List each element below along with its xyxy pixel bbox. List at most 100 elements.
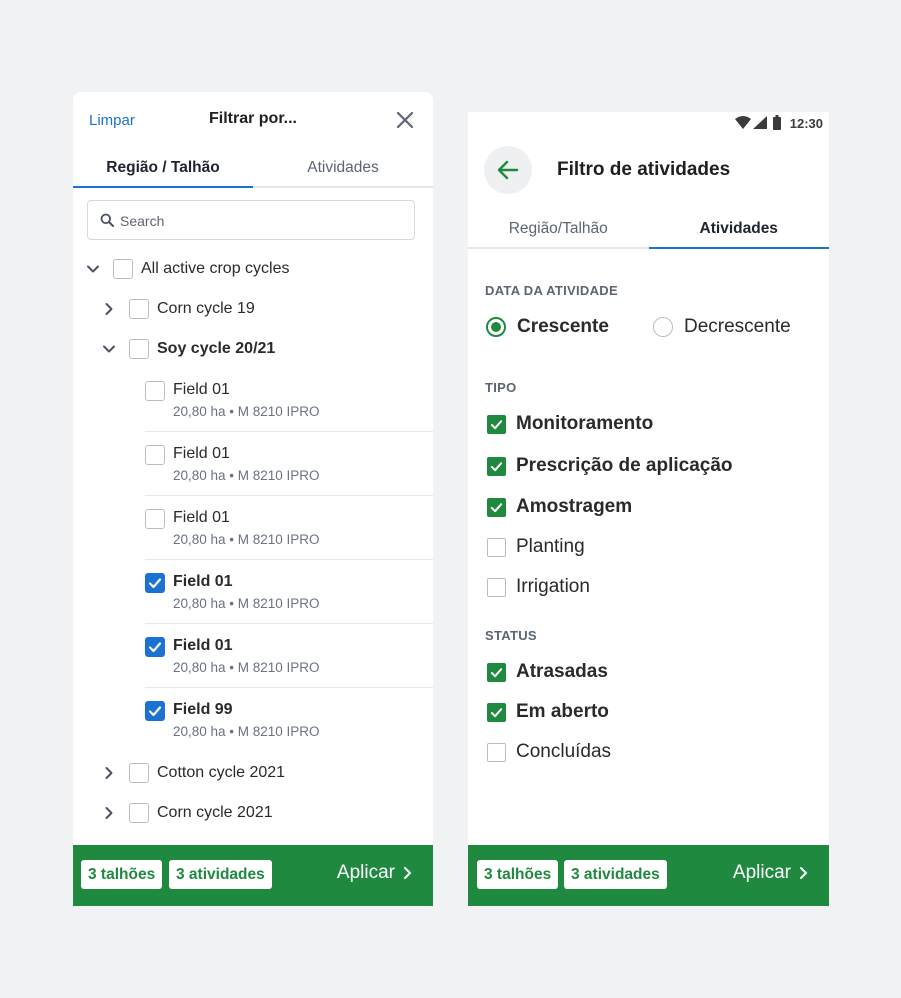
apply-bar: 3 talhões 3 atividades Aplicar bbox=[468, 845, 829, 906]
check-icon bbox=[490, 708, 503, 718]
field-item[interactable]: Field 01 20,80 ha • M 8210 IPRO bbox=[145, 368, 433, 432]
search-placeholder: Search bbox=[120, 213, 165, 229]
checkbox-group[interactable] bbox=[129, 803, 149, 823]
signal-icon bbox=[753, 116, 767, 134]
chevron-down-icon[interactable] bbox=[102, 342, 116, 356]
tree-group-row[interactable]: Cotton cycle 2021 bbox=[73, 757, 433, 789]
radio-selected[interactable] bbox=[486, 317, 506, 337]
back-button[interactable] bbox=[484, 146, 532, 194]
tree-group-row[interactable]: Corn cycle 2021 bbox=[73, 797, 433, 829]
fields-count-chip: 3 talhões bbox=[477, 860, 559, 889]
field-detail: 20,80 ha • M 8210 IPRO bbox=[173, 660, 320, 675]
tree-group-label: Corn cycle 19 bbox=[157, 300, 255, 317]
chevron-down-icon[interactable] bbox=[86, 262, 100, 276]
checkbox-unchecked[interactable] bbox=[487, 578, 506, 597]
status-bar: 12:30 bbox=[468, 112, 829, 136]
chevron-right-icon[interactable] bbox=[102, 806, 116, 820]
checkbox-checked[interactable] bbox=[487, 457, 506, 476]
checkbox-monitoramento[interactable]: Monitoramento bbox=[487, 413, 807, 437]
tree-group-label: Corn cycle 2021 bbox=[157, 804, 273, 821]
field-item[interactable]: Field 01 20,80 ha • M 8210 IPRO bbox=[145, 432, 433, 496]
filter-title: Filtrar por... bbox=[208, 110, 297, 127]
checkbox-checked[interactable] bbox=[487, 415, 506, 434]
check-icon bbox=[148, 578, 162, 589]
search-input[interactable]: Search bbox=[87, 200, 415, 240]
apply-label: Aplicar bbox=[732, 862, 791, 883]
checkbox-group[interactable] bbox=[129, 763, 149, 783]
arrow-left-icon bbox=[497, 160, 519, 180]
tree-root-row[interactable]: All active crop cycles bbox=[73, 253, 433, 285]
tab-region[interactable]: Região/Talhão bbox=[468, 209, 649, 247]
field-detail: 20,80 ha • M 8210 IPRO bbox=[173, 468, 320, 483]
apply-button[interactable]: Aplicar bbox=[733, 862, 809, 884]
field-name: Field 01 bbox=[173, 509, 230, 526]
checkbox-all-crop-cycles[interactable] bbox=[113, 259, 133, 279]
field-detail: 20,80 ha • M 8210 IPRO bbox=[173, 596, 320, 611]
radio-label: Decrescente bbox=[684, 316, 791, 337]
checkbox-prescricao[interactable]: Prescrição de aplicação bbox=[487, 455, 807, 479]
search-icon bbox=[100, 213, 114, 227]
field-name: Field 01 bbox=[173, 637, 233, 654]
filter-panel-activities: 12:30 Filtro de atividades Região/Talhão… bbox=[468, 112, 829, 906]
check-icon bbox=[148, 706, 162, 717]
field-item[interactable]: Field 01 20,80 ha • M 8210 IPRO bbox=[145, 624, 433, 688]
tab-activities[interactable]: Atividades bbox=[648, 209, 830, 249]
checkbox-planting[interactable]: Planting bbox=[487, 536, 807, 560]
checkbox-label: Monitoramento bbox=[516, 413, 654, 434]
check-icon bbox=[490, 668, 503, 678]
field-checkbox-checked[interactable] bbox=[145, 701, 165, 721]
field-item[interactable]: Field 99 20,80 ha • M 8210 IPRO bbox=[145, 688, 433, 752]
checkbox-group[interactable] bbox=[129, 299, 149, 319]
field-name: Field 99 bbox=[173, 701, 233, 718]
tab-activities[interactable]: Atividades bbox=[253, 148, 433, 186]
app-bar: Filtro de atividades bbox=[468, 146, 829, 196]
close-icon[interactable] bbox=[395, 110, 415, 130]
filter-header: Limpar Filtrar por... bbox=[73, 92, 433, 148]
status-time: 12:30 bbox=[789, 116, 823, 131]
checkbox-em-aberto[interactable]: Em aberto bbox=[487, 701, 807, 725]
field-item[interactable]: Field 01 20,80 ha • M 8210 IPRO bbox=[145, 560, 433, 624]
chevron-right-icon bbox=[800, 867, 807, 879]
field-checkbox-checked[interactable] bbox=[145, 637, 165, 657]
checkbox-atrasadas[interactable]: Atrasadas bbox=[487, 661, 807, 685]
checkbox-amostragem[interactable]: Amostragem bbox=[487, 496, 807, 520]
checkbox-unchecked[interactable] bbox=[487, 743, 506, 762]
checkbox-label: Prescrição de aplicação bbox=[516, 455, 733, 476]
checkbox-checked[interactable] bbox=[487, 703, 506, 722]
filter-tabs: Região/Talhão Atividades bbox=[468, 209, 829, 249]
apply-button[interactable]: Aplicar bbox=[337, 862, 413, 884]
fields-count-chip: 3 talhões bbox=[81, 860, 163, 889]
tree-group-label: Soy cycle 20/21 bbox=[157, 340, 276, 357]
activities-count-chip: 3 atividades bbox=[169, 860, 272, 889]
checkbox-unchecked[interactable] bbox=[487, 538, 506, 557]
tab-region[interactable]: Região / Talhão bbox=[73, 148, 253, 188]
section-heading-date: DATA DA ATIVIDADE bbox=[485, 283, 618, 298]
tree-root-label: All active crop cycles bbox=[141, 260, 290, 277]
checkbox-checked[interactable] bbox=[487, 663, 506, 682]
radio-unselected[interactable] bbox=[653, 317, 673, 337]
chevron-right-icon[interactable] bbox=[102, 302, 116, 316]
section-heading-type: TIPO bbox=[485, 380, 517, 395]
check-icon bbox=[490, 420, 503, 430]
section-heading-status: STATUS bbox=[485, 628, 537, 643]
apply-bar: 3 talhões 3 atividades Aplicar bbox=[73, 845, 433, 906]
checkbox-group[interactable] bbox=[129, 339, 149, 359]
field-name: Field 01 bbox=[173, 381, 230, 398]
check-icon bbox=[148, 642, 162, 653]
tree-group-row[interactable]: Soy cycle 20/21 bbox=[73, 333, 433, 365]
checkbox-concluidas[interactable]: Concluídas bbox=[487, 741, 807, 765]
tree-group-row[interactable]: Corn cycle 19 bbox=[73, 293, 433, 325]
field-detail: 20,80 ha • M 8210 IPRO bbox=[173, 532, 320, 547]
field-checkbox-checked[interactable] bbox=[145, 573, 165, 593]
chevron-right-icon[interactable] bbox=[102, 766, 116, 780]
field-checkbox[interactable] bbox=[145, 445, 165, 465]
checkbox-label: Atrasadas bbox=[516, 661, 608, 682]
checkbox-irrigation[interactable]: Irrigation bbox=[487, 576, 807, 600]
apply-label: Aplicar bbox=[336, 862, 395, 883]
field-item[interactable]: Field 01 20,80 ha • M 8210 IPRO bbox=[145, 496, 433, 560]
page-title: Filtro de atividades bbox=[557, 159, 731, 180]
field-checkbox[interactable] bbox=[145, 509, 165, 529]
field-checkbox[interactable] bbox=[145, 381, 165, 401]
field-detail: 20,80 ha • M 8210 IPRO bbox=[173, 724, 320, 739]
checkbox-checked[interactable] bbox=[487, 498, 506, 517]
